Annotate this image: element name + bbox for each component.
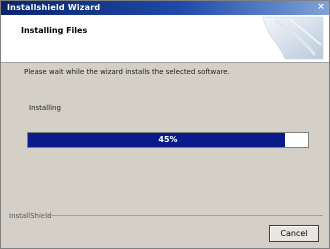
progress-percent: 45% xyxy=(158,135,178,144)
installshield-brand: InstallShield xyxy=(9,212,52,220)
footer-divider xyxy=(43,215,323,216)
cd-disc-icon xyxy=(262,16,324,60)
window-title: Installshield Wizard xyxy=(7,3,101,12)
title-bar[interactable]: Installshield Wizard × xyxy=(1,1,329,15)
description-text: Please wait while the wizard installs th… xyxy=(24,68,230,76)
page-heading: Installing Files xyxy=(21,26,88,35)
progress-bar: 45% xyxy=(27,132,309,148)
status-label: Installing xyxy=(29,104,61,112)
installer-window: Installshield Wizard × Installing Files … xyxy=(0,0,330,249)
wizard-header: Installing Files xyxy=(1,15,329,63)
close-icon[interactable]: × xyxy=(315,2,327,13)
cancel-button[interactable]: Cancel xyxy=(269,225,319,242)
